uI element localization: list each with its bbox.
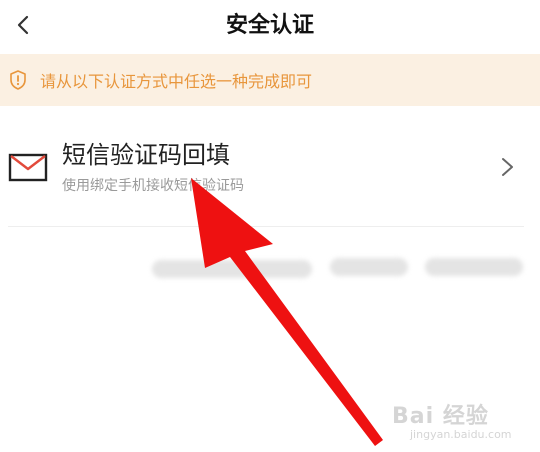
watermark-url: jingyan.baidu.com [410, 428, 512, 441]
watermark: Bai 经验 jingyan.baidu.com [392, 398, 532, 448]
header-bar: 安全认证 [0, 0, 540, 52]
option-subtitle: 使用绑定手机接收短信验证码 [62, 178, 244, 194]
chevron-right-icon [497, 155, 519, 179]
notice-banner: 请从以下认证方式中任选一种完成即可 [0, 54, 540, 106]
page-title: 安全认证 [225, 13, 314, 38]
mail-icon [8, 148, 48, 186]
watermark-logo: Bai 经验 [392, 404, 489, 429]
notice-text: 请从以下认证方式中任选一种完成即可 [40, 72, 313, 91]
blurred-text [425, 258, 523, 276]
option-title: 短信验证码回填 [62, 141, 230, 169]
divider [8, 226, 524, 227]
shield-alert-icon [8, 70, 28, 90]
blurred-text [330, 258, 408, 276]
blurred-text [152, 260, 312, 278]
